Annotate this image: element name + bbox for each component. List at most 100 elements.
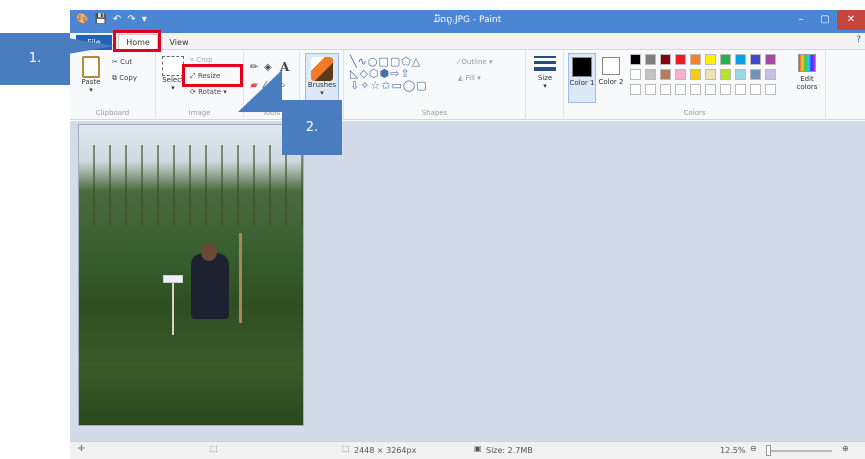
custom-color-slot[interactable]	[630, 84, 641, 95]
color-swatch[interactable]	[735, 69, 746, 80]
custom-color-slot[interactable]	[750, 84, 761, 95]
outline-dropdown[interactable]: ⁄ Outline ▾	[458, 58, 492, 66]
color-swatch[interactable]	[750, 54, 761, 65]
zoom-out-button[interactable]: ⊖	[750, 444, 757, 453]
custom-color-slot[interactable]	[705, 84, 716, 95]
color2-swatch	[602, 57, 620, 75]
resize-highlight	[182, 64, 243, 87]
selection-size-icon: ⬚	[210, 444, 218, 453]
color-swatch[interactable]	[765, 69, 776, 80]
color-swatch[interactable]	[660, 69, 671, 80]
image-dimensions: 2448 × 3264px	[354, 446, 417, 455]
rotate-icon: ⟳	[190, 88, 196, 96]
color2-label: Color 2	[598, 78, 624, 86]
color-swatch[interactable]	[690, 69, 701, 80]
select-icon	[162, 56, 184, 76]
sign-board	[163, 275, 183, 283]
color-swatch[interactable]	[645, 69, 656, 80]
color1-swatch	[572, 57, 592, 77]
image-group-label: Image	[188, 109, 211, 117]
color1-label: Color 1	[569, 79, 595, 87]
paste-icon	[82, 56, 100, 78]
maximize-button[interactable]: ▢	[813, 10, 837, 30]
shapes-gallery[interactable]: ╲∿○□▢⬠△ ◺◇⬡⬢⇨⇧ ⇩✧☆✩▭◯▢	[350, 56, 428, 92]
chevron-down-icon: ▾	[89, 86, 93, 94]
brushes-button[interactable]: Brushes ▾	[305, 53, 339, 103]
color-swatch[interactable]	[720, 54, 731, 65]
clipboard-group: Paste ▾ ✂ Cut ⧉ Copy Clipboard	[70, 50, 156, 120]
canvas-area[interactable]	[70, 121, 865, 441]
window-controls: – ▢ ✕	[789, 10, 865, 30]
close-button[interactable]: ✕	[837, 10, 865, 30]
chevron-down-icon: ▾	[543, 82, 547, 90]
outline-icon: ⁄	[458, 58, 460, 66]
image-dimensions-icon: ⬚	[342, 444, 350, 453]
custom-color-slot[interactable]	[765, 84, 776, 95]
custom-color-slot[interactable]	[675, 84, 686, 95]
person-head	[201, 243, 217, 261]
color-swatch[interactable]	[660, 54, 671, 65]
custom-color-slot[interactable]	[660, 84, 671, 95]
color1-button[interactable]: Color 1	[568, 53, 596, 103]
title-bar: 🎨 💾 ↶ ↷ ▾ ມັດດູ.JPG - Paint – ▢ ✕	[70, 10, 865, 33]
zoom-level: 12.5%	[720, 446, 746, 455]
size-button[interactable]: Size ▾	[530, 56, 560, 90]
rainbow-icon	[798, 54, 816, 72]
step-1-pointer	[68, 38, 114, 54]
ribbon-tabs: File Home View ?	[70, 33, 865, 50]
color-swatch[interactable]	[690, 54, 701, 65]
sign-stick	[172, 283, 174, 335]
cut-button[interactable]: ✂ Cut	[112, 58, 132, 66]
size-group: Size ▾	[526, 50, 564, 120]
colors-group: Color 1 Color 2 Edit colors Colors	[564, 50, 826, 120]
zoom-slider-thumb[interactable]	[766, 445, 771, 456]
file-size-icon: ▣	[474, 444, 482, 453]
copy-button[interactable]: ⧉ Copy	[112, 74, 137, 83]
color-swatch[interactable]	[630, 54, 641, 65]
brush-icon	[311, 57, 333, 81]
zoom-slider[interactable]	[766, 445, 832, 456]
size-label: Size	[537, 74, 553, 82]
copy-icon: ⧉	[112, 74, 117, 82]
color-palette	[630, 54, 790, 104]
rotate-button[interactable]: ⟳ Rotate ▾	[190, 88, 227, 96]
step-2-pointer	[238, 70, 282, 112]
step-2-callout: 2.	[282, 100, 342, 155]
custom-color-slot[interactable]	[720, 84, 731, 95]
color2-button[interactable]: Color 2	[598, 53, 624, 86]
color-swatch[interactable]	[720, 69, 731, 80]
paste-button[interactable]: Paste ▾	[76, 56, 106, 94]
line-size-icon	[534, 56, 556, 71]
edit-colors-label: Edit colors	[796, 75, 818, 91]
custom-color-slot[interactable]	[690, 84, 701, 95]
canvas-image[interactable]	[78, 124, 304, 426]
status-bar: ✛ ⬚ ⬚ 2448 × 3264px ▣ Size: 2.7MB 12.5% …	[70, 441, 865, 459]
color-swatch[interactable]	[675, 69, 686, 80]
home-tab-highlight	[113, 30, 161, 52]
tab-view[interactable]: View	[164, 35, 194, 50]
custom-color-slot[interactable]	[645, 84, 656, 95]
color-swatch[interactable]	[705, 54, 716, 65]
edit-colors-button[interactable]: Edit colors	[790, 54, 824, 91]
color-swatch[interactable]	[765, 54, 776, 65]
color-swatch[interactable]	[735, 54, 746, 65]
paste-label: Paste	[81, 78, 101, 86]
cursor-position-icon: ✛	[78, 444, 85, 453]
color-swatch[interactable]	[630, 69, 641, 80]
color-swatch[interactable]	[705, 69, 716, 80]
scissors-icon: ✂	[112, 58, 118, 66]
colors-group-label: Colors	[683, 109, 706, 117]
shapes-row-3-icon: ⇩✧☆✩▭◯▢	[350, 79, 428, 92]
custom-color-slot[interactable]	[735, 84, 746, 95]
minimize-button[interactable]: –	[789, 10, 813, 30]
help-icon[interactable]: ?	[856, 35, 861, 45]
window-title: ມັດດູ.JPG - Paint	[433, 15, 502, 25]
color-swatch[interactable]	[645, 54, 656, 65]
crop-icon: ⌗	[190, 56, 194, 64]
fill-dropdown[interactable]: ◭ Fill ▾	[458, 74, 481, 82]
color-swatch[interactable]	[675, 54, 686, 65]
shapes-group: ╲∿○□▢⬠△ ◺◇⬡⬢⇨⇧ ⇩✧☆✩▭◯▢ ⁄ Outline ▾ ◭ Fil…	[344, 50, 526, 120]
clipboard-group-label: Clipboard	[95, 109, 130, 117]
color-swatch[interactable]	[750, 69, 761, 80]
zoom-in-button[interactable]: ⊕	[842, 444, 849, 453]
